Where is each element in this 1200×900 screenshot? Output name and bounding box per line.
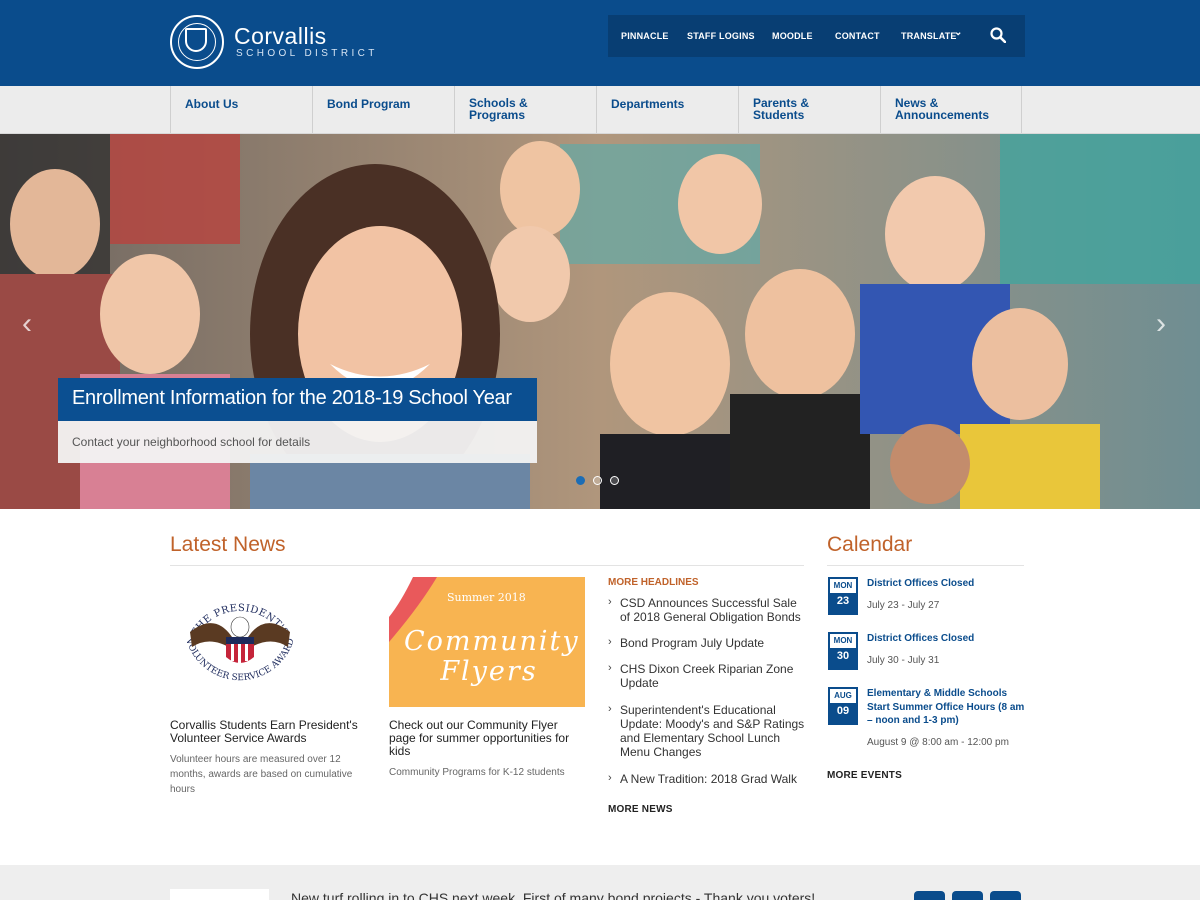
chevron-down-icon: ⌄	[954, 27, 963, 38]
nav-item-about-us[interactable]: About Us	[170, 86, 312, 133]
headline-link[interactable]: Bond Program July Update	[620, 636, 808, 650]
chevron-right-icon: ›	[608, 703, 612, 715]
nav-item-bond-program[interactable]: Bond Program	[312, 86, 454, 133]
footer-logo-box	[170, 889, 269, 900]
nav-label: Bond Program	[327, 97, 411, 111]
event-date: July 23 - July 27	[867, 600, 940, 611]
hero-carousel: ‹ › Enrollment Information for the 2018-…	[0, 134, 1200, 509]
event-date: August 9 @ 8:00 am - 12:00 pm	[867, 737, 1009, 748]
section-divider	[170, 565, 804, 566]
event-date: July 30 - July 31	[867, 655, 940, 666]
headline-link[interactable]: CHS Dixon Creek Riparian Zone Update	[620, 662, 808, 690]
news-card-title[interactable]: Corvallis Students Earn President's Volu…	[170, 719, 370, 745]
twitter-icon[interactable]	[914, 891, 945, 900]
nav-label: Schools & Programs	[469, 96, 528, 122]
chevron-right-icon: ›	[608, 772, 612, 784]
chevron-right-icon: ›	[608, 662, 612, 674]
headline-link[interactable]: A New Tradition: 2018 Grad Walk	[620, 772, 808, 786]
more-events-link[interactable]: MORE EVENTS	[827, 770, 902, 781]
date-day: MON	[830, 579, 856, 593]
search-icon[interactable]	[990, 27, 1006, 43]
date-badge: AUG 09	[828, 687, 858, 725]
date-day: MON	[830, 634, 856, 648]
event-title[interactable]: District Offices Closed	[867, 577, 1032, 591]
nav-item-departments[interactable]: Departments	[596, 86, 738, 133]
brand-subtitle: SCHOOL DISTRICT	[236, 48, 378, 59]
more-headlines-label: MORE HEADLINES	[608, 577, 699, 588]
date-number: 09	[836, 705, 850, 717]
district-seal-logo[interactable]	[170, 15, 224, 69]
chevron-right-icon: ›	[608, 596, 612, 608]
utility-nav: PINNACLE STAFF LOGINS MOODLE CONTACT TRA…	[608, 15, 1025, 57]
nav-item-schools-programs[interactable]: Schools & Programs	[454, 86, 596, 133]
footer-strip: New turf rolling in to CHS next week. Fi…	[0, 865, 1200, 900]
utility-link-translate[interactable]: TRANSLATE	[901, 31, 957, 41]
more-news-link[interactable]: MORE NEWS	[608, 804, 673, 815]
brand-name[interactable]: Corvallis	[234, 23, 327, 50]
utility-link-contact[interactable]: CONTACT	[835, 31, 880, 41]
nav-item-news-announcements[interactable]: News & Announcements	[880, 86, 1022, 133]
nav-label: Parents & Students	[753, 96, 810, 122]
date-number: 30	[836, 650, 850, 662]
date-day: AUG	[830, 689, 856, 703]
section-divider	[827, 565, 1024, 566]
flyer-big-text: Community Flyers	[404, 626, 580, 687]
hero-subtitle: Contact your neighborhood school for det…	[58, 421, 537, 463]
news-card-title[interactable]: Check out our Community Flyer page for s…	[389, 719, 584, 758]
hero-title[interactable]: Enrollment Information for the 2018-19 S…	[58, 378, 537, 421]
headline-link[interactable]: CSD Announces Successful Sale of 2018 Ge…	[620, 596, 808, 624]
nav-label: News & Announcements	[895, 96, 990, 122]
headline-link[interactable]: Superintendent's Educational Update: Moo…	[620, 703, 808, 759]
main-nav: About Us Bond Program Schools & Programs…	[0, 86, 1200, 134]
news-card-summary: Community Programs for K-12 students	[389, 767, 565, 778]
date-badge: MON 23	[828, 577, 858, 615]
calendar-heading: Calendar	[827, 533, 913, 556]
carousel-prev-icon[interactable]: ‹	[22, 309, 32, 339]
date-badge: MON 30	[828, 632, 858, 670]
community-flyers-image[interactable]: Summer 2018 Community Flyers	[389, 577, 585, 707]
facebook-icon[interactable]	[952, 891, 983, 900]
utility-link-staff-logins[interactable]: STAFF LOGINS	[687, 31, 755, 41]
footer-ticker-text[interactable]: New turf rolling in to CHS next week. Fi…	[291, 890, 815, 900]
nav-item-parents-students[interactable]: Parents & Students	[738, 86, 880, 133]
carousel-dot-1[interactable]	[576, 476, 585, 485]
flyer-small-text: Summer 2018	[447, 591, 526, 604]
carousel-dot-2[interactable]	[593, 476, 602, 485]
utility-link-moodle[interactable]: MOODLE	[772, 31, 813, 41]
event-title[interactable]: District Offices Closed	[867, 632, 1032, 646]
nav-label: About Us	[185, 97, 239, 111]
utility-link-pinnacle[interactable]: PINNACLE	[621, 31, 669, 41]
carousel-next-icon[interactable]: ›	[1156, 309, 1166, 339]
chevron-right-icon: ›	[608, 636, 612, 648]
site-header: Corvallis SCHOOL DISTRICT PINNACLE STAFF…	[0, 0, 1200, 86]
volunteer-award-image[interactable]: THE PRESIDENT'S VOLUNTEER SERVICE AWARD	[170, 577, 310, 707]
latest-news-heading: Latest News	[170, 533, 286, 556]
linkedin-icon[interactable]	[990, 891, 1021, 900]
carousel-dot-3[interactable]	[610, 476, 619, 485]
seal-shield-icon	[185, 28, 207, 52]
nav-label: Departments	[611, 97, 685, 111]
event-title[interactable]: Elementary & Middle Schools Start Summer…	[867, 687, 1032, 728]
news-card-summary: Volunteer hours are measured over 12 mon…	[170, 754, 353, 795]
date-number: 23	[836, 595, 850, 607]
